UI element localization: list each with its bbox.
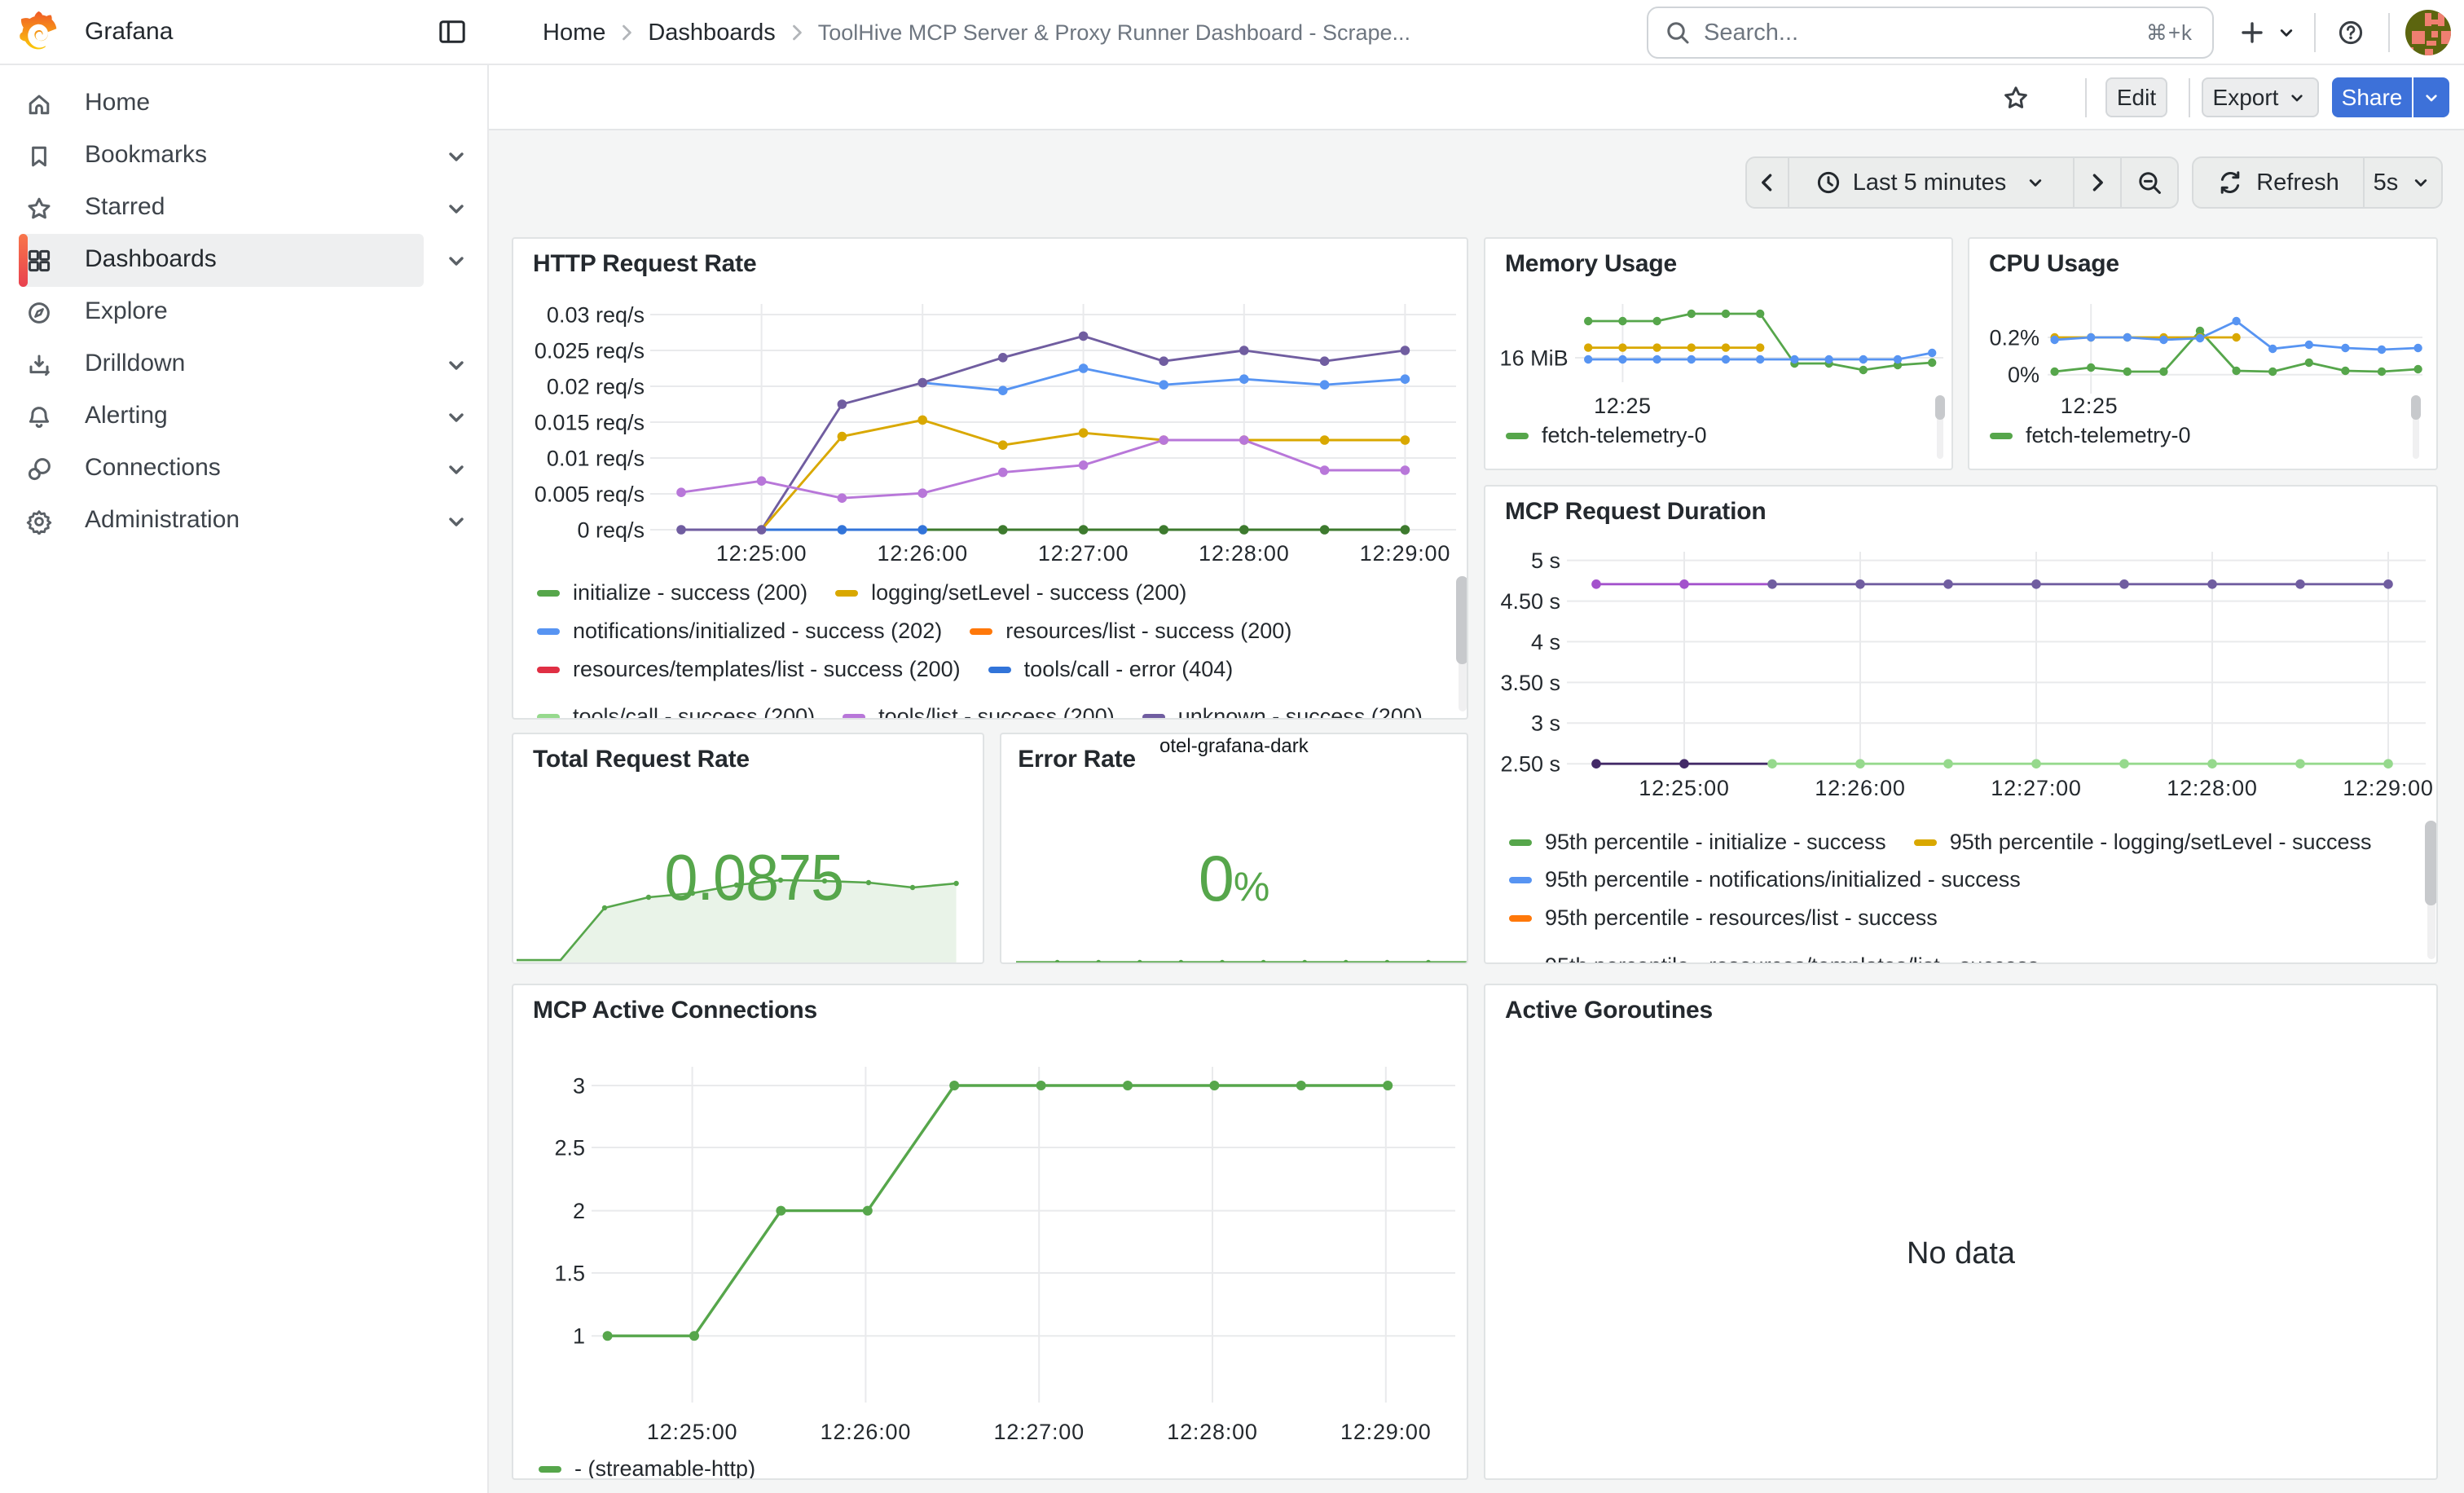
svg-text:2.50 s: 2.50 s	[1500, 752, 1560, 777]
svg-text:5 s: 5 s	[1531, 548, 1560, 573]
svg-text:12:25: 12:25	[1594, 394, 1652, 418]
svg-text:3: 3	[573, 1073, 585, 1098]
svg-text:4.50 s: 4.50 s	[1500, 589, 1560, 614]
svg-text:12:28:00: 12:28:00	[1167, 1420, 1258, 1444]
svg-text:12:29:00: 12:29:00	[1340, 1420, 1432, 1444]
svg-text:0.005 req/s: 0.005 req/s	[535, 482, 645, 506]
svg-text:0%: 0%	[2008, 363, 2039, 387]
svg-text:2: 2	[573, 1199, 585, 1223]
svg-text:12:26:00: 12:26:00	[821, 1420, 911, 1444]
svg-text:0.015 req/s: 0.015 req/s	[535, 410, 645, 434]
svg-text:2.5: 2.5	[554, 1135, 585, 1160]
svg-text:12:26:00: 12:26:00	[1815, 776, 1906, 800]
svg-text:12:29:00: 12:29:00	[2343, 776, 2434, 800]
svg-text:12:26:00: 12:26:00	[877, 541, 968, 566]
svg-text:0.03 req/s: 0.03 req/s	[547, 302, 645, 327]
svg-text:12:25:00: 12:25:00	[716, 541, 807, 566]
svg-text:3.50 s: 3.50 s	[1500, 671, 1560, 695]
svg-text:12:25:00: 12:25:00	[647, 1420, 738, 1444]
svg-text:0.025 req/s: 0.025 req/s	[535, 338, 645, 363]
svg-text:12:27:00: 12:27:00	[1038, 541, 1129, 566]
svg-text:12:25:00: 12:25:00	[1639, 776, 1730, 800]
svg-text:12:29:00: 12:29:00	[1360, 541, 1451, 566]
svg-text:0.2%: 0.2%	[1989, 325, 2039, 350]
svg-text:1.5: 1.5	[554, 1261, 585, 1285]
svg-text:0.02 req/s: 0.02 req/s	[547, 374, 645, 399]
svg-text:12:28:00: 12:28:00	[2167, 776, 2258, 800]
svg-text:4 s: 4 s	[1531, 630, 1560, 654]
svg-text:0.01 req/s: 0.01 req/s	[547, 446, 645, 470]
svg-text:12:27:00: 12:27:00	[993, 1420, 1085, 1444]
svg-text:3 s: 3 s	[1531, 711, 1560, 736]
svg-text:12:28:00: 12:28:00	[1199, 541, 1290, 566]
svg-text:1: 1	[573, 1324, 585, 1349]
svg-text:12:27:00: 12:27:00	[1991, 776, 2082, 800]
svg-text:0 req/s: 0 req/s	[577, 517, 645, 542]
svg-text:16 MiB: 16 MiB	[1500, 346, 1569, 370]
svg-text:12:25: 12:25	[2061, 394, 2119, 418]
